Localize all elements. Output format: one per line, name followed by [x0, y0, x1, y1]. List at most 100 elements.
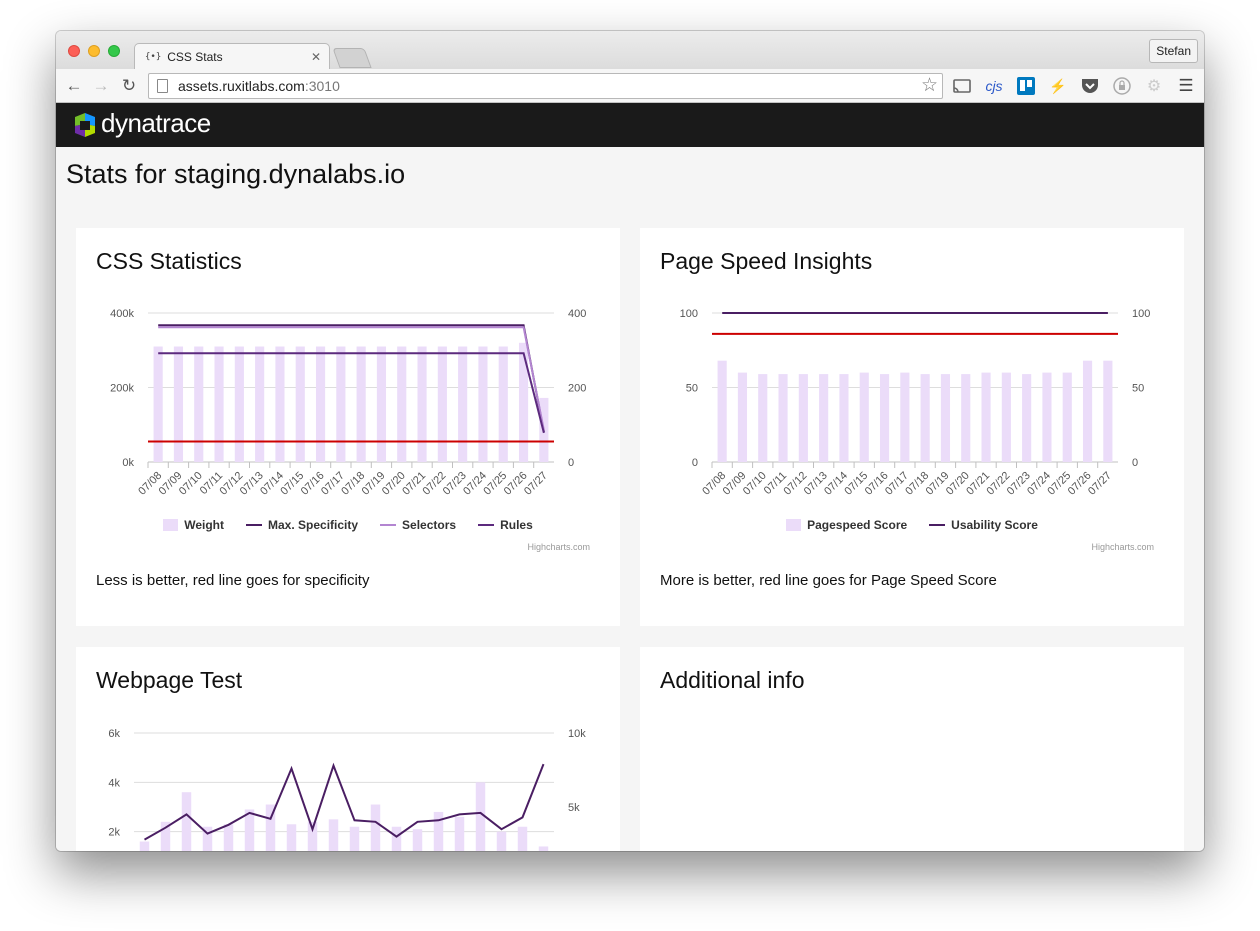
bar-07/22: [437, 346, 447, 462]
card-note: Less is better, red line goes for specif…: [96, 572, 370, 589]
bar-07/09: [737, 372, 748, 462]
legend-label: Pagespeed Score: [807, 518, 908, 532]
tab-favicon-icon: {•}: [145, 52, 162, 62]
tab-close-icon[interactable]: ✕: [311, 50, 321, 64]
bar-07/10: [758, 374, 768, 462]
menu-icon[interactable]: ☰: [1176, 76, 1196, 95]
legend-symbol: [786, 519, 802, 531]
browser-tab[interactable]: {•} CSS Stats ✕: [134, 43, 330, 70]
minimize-window-button[interactable]: [88, 45, 100, 57]
legend-item-weight[interactable]: Weight: [163, 518, 224, 532]
legend-item-rules[interactable]: Rules: [478, 518, 533, 532]
y-axis-right-tick-label: 50: [1132, 383, 1144, 395]
legend-item-pagespeed-score[interactable]: Pagespeed Score: [786, 518, 907, 532]
bookmark-star-icon[interactable]: ☆: [921, 74, 938, 97]
webpage-test-card: Webpage Test 2k 4k 6k 5k 10k: [76, 647, 620, 851]
bar-07/21: [412, 829, 423, 851]
new-tab-button[interactable]: [332, 48, 372, 68]
tab-title: CSS Stats: [167, 50, 223, 64]
profile-button[interactable]: Stefan: [1149, 39, 1198, 63]
y-axis-left-tick-label: 100: [680, 308, 698, 320]
bar-07/15: [859, 372, 869, 462]
y-axis-right-tick-label: 200: [568, 383, 586, 395]
card-title: CSS Statistics: [96, 248, 242, 274]
additional-info-card: Additional info: [640, 647, 1184, 851]
browser-window: {•} CSS Stats ✕ Stefan ← → ↻ assets.ruxi…: [56, 31, 1204, 851]
legend-symbol: [380, 524, 397, 526]
bar-07/16: [315, 346, 326, 462]
card-title: Additional info: [660, 667, 805, 693]
bar-07/08: [717, 360, 727, 462]
lightning-icon[interactable]: ⚡: [1048, 77, 1068, 95]
bar-07/17: [900, 372, 910, 462]
bar-07/22: [433, 811, 444, 851]
bar-07/25: [1062, 372, 1072, 462]
y-axis-left-tick-label: 6k: [108, 728, 120, 740]
bar-07/27: [538, 846, 549, 851]
x-axis-tick-label: 07/10: [741, 470, 769, 498]
bar-07/13: [255, 346, 265, 462]
card-title: Webpage Test: [96, 667, 243, 693]
gear-icon[interactable]: ⚙: [1144, 77, 1164, 95]
page-speed-insights-card: Page Speed Insights 0 50 100 0 50 100 07/08 07/…: [640, 228, 1184, 626]
legend-label: Weight: [184, 518, 224, 532]
card-note: More is better, red line goes for Page S…: [660, 572, 997, 589]
back-arrow-icon[interactable]: ←: [64, 76, 84, 96]
cast-icon[interactable]: [952, 77, 972, 95]
browser-toolbar: ← → ↻ assets.ruxitlabs.com:3010 ☆ cjs ⚡ …: [56, 69, 1204, 103]
bar-07/23: [454, 816, 465, 851]
legend-symbol: [478, 524, 495, 526]
pocket-icon[interactable]: [1080, 77, 1100, 95]
highcharts-credits-link[interactable]: Highcharts.com: [1091, 542, 1154, 552]
bar-07/24: [1042, 372, 1052, 462]
legend-label: Usability Score: [951, 518, 1038, 532]
forward-arrow-icon[interactable]: →: [91, 76, 111, 96]
app-header: dynatrace: [56, 103, 1204, 147]
legend-item-usability-score[interactable]: Usability Score: [929, 518, 1038, 532]
legend-symbol: [929, 524, 946, 526]
bar-07/12: [798, 374, 808, 462]
legend-item-selectors[interactable]: Selectors: [380, 518, 456, 532]
y-axis-right-tick-label: 10k: [568, 728, 586, 740]
lock-icon[interactable]: [1112, 77, 1132, 95]
bar-07/17: [328, 819, 339, 851]
webpage-test-chart: 2k 4k 6k 5k 10k: [108, 728, 586, 851]
bar-07/22: [1001, 372, 1011, 462]
bar-07/11: [214, 346, 224, 462]
bar-07/16: [879, 374, 890, 462]
reload-icon[interactable]: ↻: [119, 76, 139, 96]
legend-item-max-specificity[interactable]: Max. Specificity: [246, 518, 358, 532]
highcharts-credits-link[interactable]: Highcharts.com: [527, 542, 590, 552]
y-axis-left-tick-label: 4k: [108, 777, 120, 789]
bar-07/09: [173, 346, 184, 462]
bar-07/23: [1022, 374, 1032, 462]
bar-07/10: [194, 346, 204, 462]
bar-07/24: [478, 346, 488, 462]
page-icon: [157, 79, 168, 93]
bar-07/23: [458, 346, 468, 462]
url-port: :3010: [304, 78, 340, 94]
chart-legend: Pagespeed Score Usability Score: [640, 518, 1184, 532]
cjs-icon[interactable]: cjs: [983, 77, 1005, 95]
bar-07/08: [153, 346, 163, 462]
address-bar[interactable]: assets.ruxitlabs.com:3010 ☆: [148, 73, 943, 99]
bar-07/27: [1103, 360, 1113, 462]
title-bar: {•} CSS Stats ✕ Stefan: [56, 31, 1204, 70]
trello-icon[interactable]: [1016, 77, 1036, 95]
bar-07/20: [391, 826, 402, 851]
bar-07/19: [940, 374, 951, 462]
x-axis-tick-label: 07/27: [522, 470, 550, 498]
legend-symbol: [246, 524, 262, 526]
x-axis-tick-label: 07/27: [1086, 470, 1114, 498]
maximize-window-button[interactable]: [108, 45, 120, 57]
legend-label: Rules: [500, 518, 533, 532]
bar-07/13: [819, 374, 829, 462]
brand-name: dynatrace: [101, 108, 211, 138]
bar-07/25: [498, 346, 508, 462]
bar-07/14: [839, 374, 849, 462]
bar-07/18: [356, 346, 366, 462]
bar-07/12: [223, 824, 234, 851]
close-window-button[interactable]: [68, 45, 80, 57]
y-axis-right-tick-label: 5k: [568, 802, 580, 814]
y-axis-left-tick-label: 0k: [122, 457, 134, 469]
